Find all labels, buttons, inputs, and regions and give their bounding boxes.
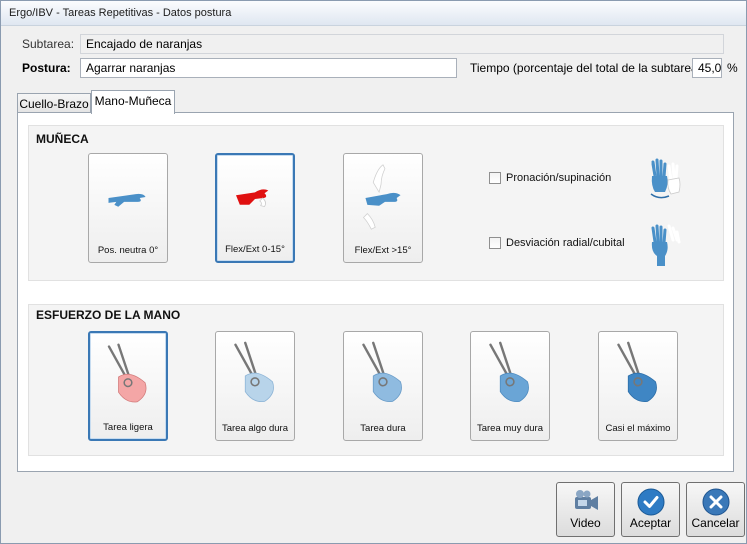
option-label: Tarea dura [360,423,406,434]
postura-input[interactable]: Agarrar naranjas [80,58,457,78]
video-label: Video [570,516,601,530]
esfuerzo-option-casi-maximo[interactable]: Casi el máximo [598,331,678,441]
dialog-window: Ergo/IBV - Tareas Repetitivas - Datos po… [0,0,747,544]
hand-scissors-max-icon [599,332,677,420]
muneca-group: MUÑECA Pos. neutra 0° Flex/Ext 0-15° Fle… [28,125,724,281]
muneca-option-neutra[interactable]: Pos. neutra 0° [88,153,168,263]
muneca-option-flex-0-15[interactable]: Flex/Ext 0-15° [215,153,295,263]
pronacion-label: Pronación/supinación [506,172,612,184]
window-title: Ergo/IBV - Tareas Repetitivas - Datos po… [1,1,746,26]
subtarea-label: Subtarea: [22,37,75,51]
tab-panel-mano-muneca: MUÑECA Pos. neutra 0° Flex/Ext 0-15° Fle… [17,112,734,472]
hand-neutral-icon [89,154,167,242]
muneca-option-flex-15[interactable]: Flex/Ext >15° [343,153,423,263]
subtarea-field: Encajado de naranjas [80,34,724,54]
hand-deviation-icon [643,222,689,268]
close-icon [702,488,730,516]
cancel-button[interactable]: Cancelar [686,482,745,537]
esfuerzo-option-dura[interactable]: Tarea dura [343,331,423,441]
option-label: Tarea algo dura [221,423,289,434]
hand-scissors-light-icon [90,333,166,421]
postura-label: Postura: [22,61,71,75]
video-button[interactable]: Video [556,482,615,537]
muneca-title: MUÑECA [36,132,89,146]
esfuerzo-option-muy-dura[interactable]: Tarea muy dura [470,331,550,441]
option-label: Flex/Ext 0-15° [225,244,285,255]
checkmark-icon [637,488,665,516]
tiempo-input[interactable]: 45,0 [692,58,722,78]
option-label: Flex/Ext >15° [354,245,412,256]
esfuerzo-option-algo-dura[interactable]: Tarea algo dura [215,331,295,441]
hand-flex-large-icon [344,154,422,242]
desviacion-label: Desviación radial/cubital [506,237,625,249]
accept-button[interactable]: Aceptar [621,482,680,537]
hand-pronation-icon [643,156,689,202]
tiempo-unit: % [727,61,738,75]
esfuerzo-title: ESFUERZO DE LA MANO [36,308,181,322]
option-label: Pos. neutra 0° [97,245,159,256]
option-label: Casi el máximo [605,423,671,434]
option-label: Tarea ligera [103,422,153,433]
option-label: Tarea muy dura [476,423,543,434]
hand-scissors-very-hard-icon [471,332,549,420]
esfuerzo-group: ESFUERZO DE LA MANO Tarea ligera Tarea a… [28,304,724,456]
hand-flex-small-icon [217,155,293,243]
video-camera-icon [572,488,600,516]
desviacion-checkbox[interactable] [489,237,501,249]
tab-cuello-brazo[interactable]: Cuello-Brazo [17,93,91,114]
pronacion-checkbox[interactable] [489,172,501,184]
esfuerzo-option-ligera[interactable]: Tarea ligera [88,331,168,441]
pronacion-checkbox-row[interactable]: Pronación/supinación [489,172,611,184]
cancel-label: Cancelar [691,516,740,530]
hand-scissors-medium-icon [216,332,294,420]
desviacion-checkbox-row[interactable]: Desviación radial/cubital [489,237,625,249]
accept-label: Aceptar [629,516,672,530]
hand-scissors-hard-icon [344,332,422,420]
tab-mano-muneca[interactable]: Mano-Muñeca [91,90,175,114]
tiempo-label: Tiempo (porcentaje del total de la subta… [470,61,706,75]
